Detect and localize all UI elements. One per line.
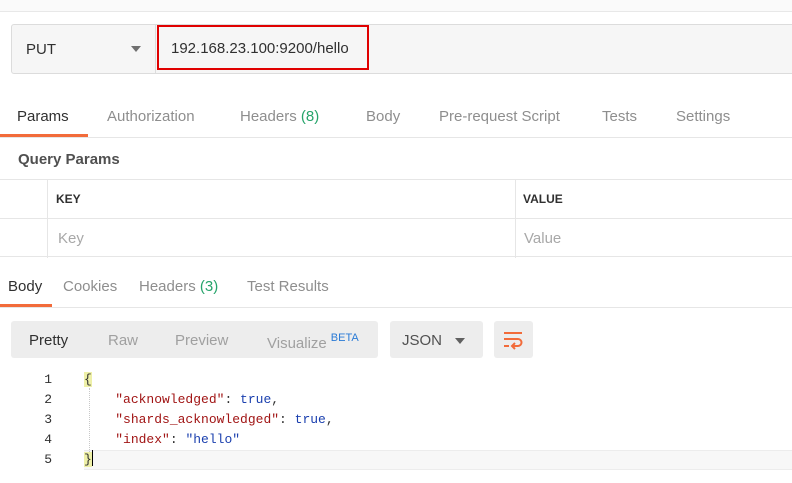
json-key: "index" — [115, 432, 170, 447]
tab-headers[interactable]: Headers (8) — [240, 108, 319, 125]
visualize-label: Visualize — [267, 335, 327, 352]
text-cursor — [91, 450, 93, 466]
view-preview-button[interactable]: Preview — [175, 332, 228, 349]
tab-tests[interactable]: Tests — [602, 108, 637, 125]
line-number: 4 — [44, 432, 52, 447]
active-response-tab-indicator — [0, 304, 52, 307]
table-header-row: KEY VALUE — [0, 180, 792, 219]
response-tab-body[interactable]: Body — [8, 278, 42, 295]
comma: , — [325, 412, 334, 427]
open-brace: { — [84, 372, 92, 387]
response-body-editor[interactable]: 1 2 3 4 5 { "acknowledged": true, "shard… — [0, 370, 792, 483]
tab-settings[interactable]: Settings — [676, 108, 730, 125]
headers-count-badge: (8) — [300, 108, 320, 125]
format-label: JSON — [402, 332, 443, 349]
wrap-lines-button[interactable] — [494, 321, 533, 358]
tab-params[interactable]: Params — [17, 108, 69, 125]
json-key: "shards_acknowledged" — [115, 412, 280, 427]
view-raw-button[interactable]: Raw — [108, 332, 138, 349]
view-mode-selector: Pretty Raw Preview Visualize BETA — [11, 321, 378, 358]
view-visualize-button[interactable]: Visualize BETA — [267, 332, 359, 352]
response-tab-test-results-label: Test Results — [247, 278, 329, 295]
row-handle — [0, 219, 48, 258]
close-brace: } — [84, 452, 92, 467]
response-tab-headers[interactable]: Headers (3) — [139, 278, 218, 295]
value-column-header: VALUE — [523, 192, 563, 206]
response-tab-test-results[interactable]: Test Results — [247, 278, 329, 295]
tab-headers-label: Headers — [240, 108, 297, 125]
code-line: } — [84, 450, 93, 470]
tab-settings-label: Settings — [676, 108, 731, 125]
format-select[interactable]: JSON — [390, 321, 483, 358]
json-key: "acknowledged" — [115, 392, 225, 407]
active-tab-indicator — [0, 134, 88, 137]
method-select[interactable]: PUT — [12, 25, 156, 73]
row-handle — [0, 180, 48, 219]
top-strip — [0, 0, 792, 12]
tab-authorization-label: Authorization — [107, 108, 195, 125]
colon: : — [279, 412, 295, 427]
response-headers-count-badge: (3) — [199, 278, 219, 295]
url-text: 192.168.23.100:9200/hello — [171, 40, 349, 57]
response-tab-cookies[interactable]: Cookies — [63, 278, 117, 295]
json-value: true — [294, 412, 326, 427]
colon: : — [169, 432, 186, 447]
line-number: 1 — [44, 372, 52, 387]
tab-params-label: Params — [17, 108, 69, 125]
column-divider — [515, 180, 516, 219]
active-line-highlight — [84, 450, 792, 470]
json-value: true — [240, 392, 272, 407]
request-tabs: Params Authorization Headers (8) Body Pr… — [0, 100, 792, 138]
tab-tests-label: Tests — [602, 108, 638, 125]
request-url-bar: PUT — [11, 24, 792, 74]
beta-badge: BETA — [330, 332, 359, 344]
response-tab-body-label: Body — [8, 278, 43, 295]
tab-authorization[interactable]: Authorization — [107, 108, 195, 125]
column-divider — [515, 219, 516, 258]
response-tab-headers-label: Headers — [139, 278, 196, 295]
tab-pre-request-script-label: Pre-request Script — [439, 108, 560, 125]
table-row — [0, 219, 792, 258]
query-params-title: Query Params — [18, 151, 120, 168]
key-column-header: KEY — [56, 192, 81, 206]
line-number: 2 — [44, 392, 52, 407]
chevron-down-icon — [455, 338, 465, 344]
comma: , — [271, 392, 280, 407]
url-input[interactable]: 192.168.23.100:9200/hello — [157, 25, 369, 70]
tab-pre-request-script[interactable]: Pre-request Script — [439, 108, 560, 125]
code-line: "shards_acknowledged": true, — [84, 410, 334, 430]
colon: : — [224, 392, 241, 407]
param-value-input[interactable] — [524, 227, 784, 249]
response-tab-cookies-label: Cookies — [63, 278, 118, 295]
response-tabs: Body Cookies Headers (3) Test Results — [0, 270, 792, 308]
query-params-table: KEY VALUE — [0, 179, 792, 258]
line-number: 5 — [44, 452, 52, 467]
line-number: 3 — [44, 412, 52, 427]
wrap-lines-icon — [504, 332, 523, 350]
code-line: { — [84, 370, 92, 390]
code-line: "index": "hello" — [84, 430, 240, 450]
chevron-down-icon — [131, 46, 141, 52]
json-value: "hello" — [185, 432, 241, 447]
tab-body[interactable]: Body — [366, 108, 400, 125]
view-pretty-button[interactable]: Pretty — [29, 332, 68, 349]
method-label: PUT — [26, 41, 56, 58]
param-key-input[interactable] — [58, 227, 498, 249]
tab-body-label: Body — [366, 108, 401, 125]
code-line: "acknowledged": true, — [84, 390, 279, 410]
